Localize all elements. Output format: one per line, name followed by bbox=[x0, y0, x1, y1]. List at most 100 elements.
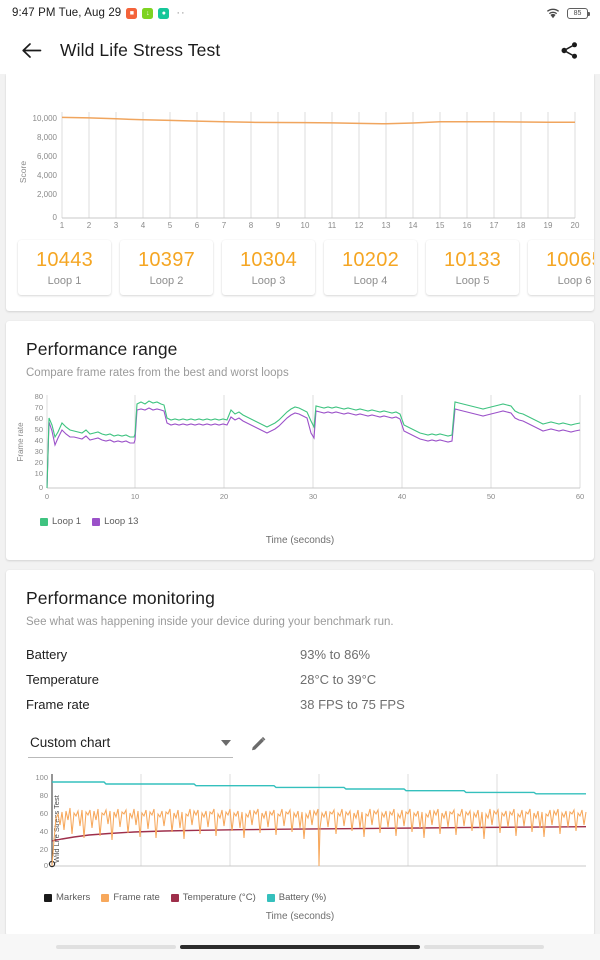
share-button[interactable] bbox=[554, 35, 584, 65]
svg-text:Frame rate: Frame rate bbox=[16, 422, 25, 462]
svg-text:50: 50 bbox=[487, 492, 495, 501]
svg-text:4,000: 4,000 bbox=[37, 171, 58, 180]
loop-card[interactable]: 10397 Loop 2 bbox=[120, 240, 213, 295]
svg-text:Score: Score bbox=[18, 161, 28, 183]
svg-text:80: 80 bbox=[40, 791, 48, 800]
svg-text:60: 60 bbox=[35, 414, 43, 423]
legend-label: Battery (%) bbox=[278, 892, 327, 903]
performance-monitoring-card: Performance monitoring See what was happ… bbox=[6, 570, 594, 936]
nav-forward-gesture-area[interactable] bbox=[424, 945, 544, 949]
share-icon bbox=[560, 41, 579, 60]
table-row: Frame rate 38 FPS to 75 FPS bbox=[26, 692, 574, 717]
status-clock: 9:47 PM Tue, Aug 29 bbox=[12, 7, 122, 19]
loop-label: Loop 3 bbox=[251, 275, 286, 287]
svg-text:80: 80 bbox=[35, 392, 43, 401]
performance-monitoring-subtitle: See what was happening inside your devic… bbox=[26, 616, 394, 628]
loop-label: Loop 6 bbox=[557, 275, 592, 287]
nav-home-indicator[interactable] bbox=[180, 945, 420, 949]
back-arrow-icon bbox=[21, 41, 42, 60]
performance-range-plot: 80 70 60 50 40 30 20 10 0 Frame rate 0 10 20 30 4… bbox=[16, 392, 584, 501]
svg-text:20: 20 bbox=[571, 221, 580, 230]
teal-app-icon: ● bbox=[158, 7, 170, 19]
legend-swatch bbox=[92, 517, 101, 526]
orange-app-icon: ■ bbox=[126, 7, 138, 19]
table-row: Temperature 28°C to 39°C bbox=[26, 667, 574, 692]
stat-key: Temperature bbox=[26, 672, 99, 687]
app-bar: Wild Life Stress Test bbox=[0, 26, 600, 74]
loop-scores-list[interactable]: 10443 Loop 1 10397 Loop 2 10304 Loop 3 1… bbox=[6, 234, 594, 311]
svg-text:70: 70 bbox=[35, 403, 43, 412]
svg-text:6,000: 6,000 bbox=[37, 152, 58, 161]
svg-text:30: 30 bbox=[309, 492, 317, 501]
edit-chart-button[interactable] bbox=[247, 734, 269, 756]
svg-text:60: 60 bbox=[40, 809, 48, 818]
green-download-icon: ↓ bbox=[142, 7, 154, 19]
chevron-down-icon bbox=[221, 739, 231, 746]
loop-label: Loop 5 bbox=[455, 275, 490, 287]
loop-label: Loop 2 bbox=[149, 275, 184, 287]
svg-text:8,000: 8,000 bbox=[37, 133, 58, 142]
svg-text:20: 20 bbox=[40, 845, 48, 854]
loop-card[interactable]: 10202 Loop 4 bbox=[324, 240, 417, 295]
status-bar: 9:47 PM Tue, Aug 29 ■ ↓ ● ·· 85 bbox=[0, 0, 600, 26]
loop-card[interactable]: 10443 Loop 1 bbox=[18, 240, 111, 295]
svg-text:1: 1 bbox=[60, 221, 65, 230]
battery-indicator: 85 bbox=[567, 7, 590, 19]
performance-range-card: Performance range Compare frame rates fr… bbox=[6, 321, 594, 560]
page-title: Wild Life Stress Test bbox=[60, 39, 221, 60]
legend-item-frame-rate: Frame rate bbox=[101, 892, 160, 903]
svg-text:100: 100 bbox=[35, 773, 48, 782]
back-button[interactable] bbox=[16, 35, 46, 65]
svg-text:0: 0 bbox=[53, 213, 58, 222]
performance-range-subtitle: Compare frame rates from the best and wo… bbox=[26, 367, 289, 379]
loop-card[interactable]: 10304 Loop 3 bbox=[222, 240, 315, 295]
performance-range-title: Performance range bbox=[26, 339, 178, 359]
pencil-icon bbox=[249, 735, 268, 754]
loop-score: 10397 bbox=[137, 249, 196, 271]
stat-value: 93% to 86% bbox=[300, 647, 371, 662]
chart-type-value: Custom chart bbox=[30, 735, 111, 750]
performance-range-xlabel: Time (seconds) bbox=[265, 535, 335, 546]
legend-item-markers: Markers bbox=[44, 892, 90, 903]
legend-label: Markers bbox=[56, 892, 91, 903]
svg-text:12: 12 bbox=[355, 221, 364, 230]
custom-chart-xlabel: Time (seconds) bbox=[265, 911, 335, 922]
performance-monitoring-title: Performance monitoring bbox=[26, 588, 215, 608]
svg-text:19: 19 bbox=[544, 221, 553, 230]
loop-score: 10304 bbox=[239, 249, 298, 271]
scroll-content[interactable]: 10,000 8,000 6,000 4,000 2,000 0 Score 123 … bbox=[0, 74, 600, 960]
loop-score: 10133 bbox=[443, 249, 502, 271]
loop-card[interactable]: 10065 Loop 6 bbox=[528, 240, 594, 295]
svg-text:7: 7 bbox=[222, 221, 227, 230]
loop-score-card: 10,000 8,000 6,000 4,000 2,000 0 Score 123 … bbox=[6, 74, 594, 311]
custom-chart-plot: 1008040 40200 60 Wild Life Stress Test bbox=[34, 773, 587, 870]
svg-text:13: 13 bbox=[382, 221, 391, 230]
legend-label: Temperature (°C) bbox=[182, 892, 256, 903]
svg-text:0: 0 bbox=[39, 483, 43, 492]
loop-score: 10443 bbox=[35, 249, 94, 271]
legend-swatch bbox=[40, 517, 48, 526]
legend-swatch bbox=[44, 893, 52, 902]
svg-text:10: 10 bbox=[301, 221, 310, 230]
loop-label: Loop 4 bbox=[353, 275, 388, 287]
legend-label: Frame rate bbox=[113, 892, 160, 903]
loop-label: Loop 1 bbox=[47, 275, 82, 287]
custom-chart-legend: Markers Frame rate Temperature (°C) Batt… bbox=[6, 890, 594, 903]
performance-range-chart: 80 70 60 50 40 30 20 10 0 Frame rate 0 10 20 30 4… bbox=[6, 379, 594, 514]
svg-text:11: 11 bbox=[328, 221, 337, 230]
svg-text:20: 20 bbox=[35, 458, 43, 467]
loop-card[interactable]: 10133 Loop 5 bbox=[426, 240, 519, 295]
svg-text:0: 0 bbox=[44, 861, 48, 870]
table-row: Battery 93% to 86% bbox=[26, 642, 574, 667]
legend-label: Loop 1 bbox=[52, 516, 82, 527]
legend-item-temperature: Temperature (°C) bbox=[170, 892, 256, 903]
legend-swatch bbox=[170, 893, 179, 902]
svg-text:2: 2 bbox=[87, 221, 92, 230]
svg-text:10: 10 bbox=[35, 469, 43, 478]
status-bar-left: 9:47 PM Tue, Aug 29 ■ ↓ ● ·· bbox=[12, 7, 186, 19]
chart-type-select[interactable]: Custom chart bbox=[28, 731, 233, 758]
nav-back-gesture-area[interactable] bbox=[56, 945, 176, 949]
stat-value: 38 FPS to 75 FPS bbox=[300, 697, 405, 712]
loop-score-plot: 10,0008,000 6,0004,000 2,0000 Score 123 … bbox=[18, 112, 580, 230]
svg-text:6: 6 bbox=[195, 221, 200, 230]
